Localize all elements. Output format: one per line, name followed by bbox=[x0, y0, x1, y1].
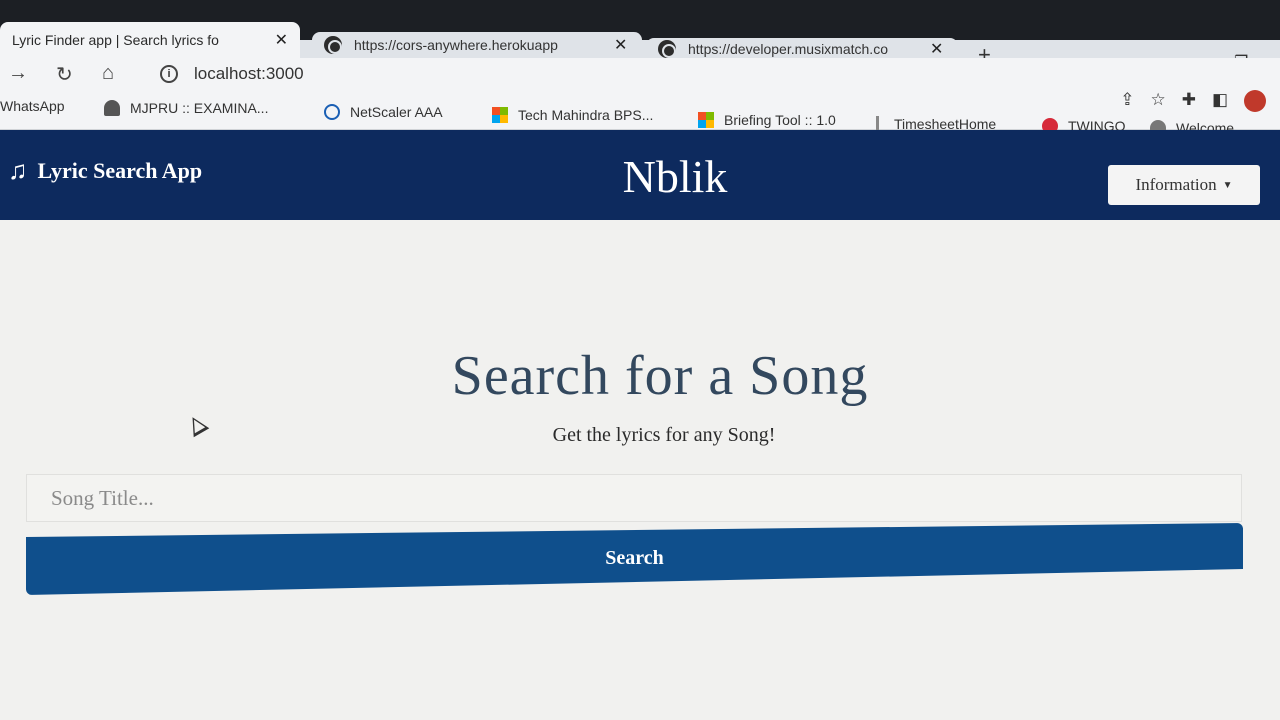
bookmark-label: Tech Mahindra BPS... bbox=[518, 107, 654, 123]
bookmark-label: WhatsApp bbox=[0, 98, 65, 114]
bookmark-label: Briefing Tool :: 1.0 bbox=[724, 112, 836, 128]
star-icon[interactable]: ☆ bbox=[1150, 90, 1165, 112]
address-text: localhost:3000 bbox=[194, 64, 304, 83]
site-info-icon[interactable]: i bbox=[160, 65, 178, 83]
netscaler-icon bbox=[324, 104, 340, 120]
reload-icon[interactable]: ↻ bbox=[56, 62, 73, 87]
side-panel-icon[interactable]: ◧ bbox=[1212, 90, 1228, 112]
caret-down-icon: ▼ bbox=[1222, 179, 1233, 191]
hero-title: Search for a Song bbox=[451, 345, 869, 407]
bookmark-netscaler[interactable]: NetScaler AAA bbox=[324, 104, 443, 120]
globe-icon bbox=[658, 40, 676, 58]
song-title-input[interactable] bbox=[26, 474, 1242, 522]
tab-lyric-finder[interactable]: Lyric Finder app | Search lyrics fo ✕ bbox=[0, 22, 300, 58]
tab-title: Lyric Finder app | Search lyrics fo bbox=[12, 32, 219, 48]
forward-arrow-icon[interactable]: → bbox=[8, 62, 28, 85]
information-label: Information bbox=[1135, 175, 1217, 194]
information-dropdown-button[interactable]: Information ▼ bbox=[1108, 165, 1260, 205]
navbar-title: Nblik bbox=[622, 151, 728, 202]
bookmark-tech-mahindra[interactable]: Tech Mahindra BPS... bbox=[492, 107, 653, 123]
address-bar[interactable]: i localhost:3000 bbox=[160, 64, 304, 84]
toolbar-right-icons: ⇪ ☆ ✚ ◧ bbox=[1120, 90, 1266, 112]
tab-title: https://cors-anywhere.herokuapp bbox=[354, 37, 558, 53]
globe-icon bbox=[324, 36, 342, 54]
tab-cors-anywhere[interactable]: https://cors-anywhere.herokuapp ✕ bbox=[312, 32, 642, 58]
extensions-icon[interactable]: ✚ bbox=[1182, 90, 1196, 112]
close-icon[interactable]: ✕ bbox=[930, 39, 943, 59]
bookmark-label: MJPRU :: EXAMINA... bbox=[130, 100, 269, 116]
share-icon[interactable]: ⇪ bbox=[1120, 90, 1134, 112]
home-icon[interactable]: ⌂ bbox=[102, 62, 114, 85]
microsoft-icon bbox=[492, 107, 508, 123]
bookmark-briefing-tool[interactable]: Briefing Tool :: 1.0 bbox=[698, 112, 836, 128]
tab-musixmatch[interactable]: https://developer.musixmatch.co ✕ bbox=[646, 38, 958, 60]
close-icon[interactable]: ✕ bbox=[275, 30, 288, 50]
bookmark-whatsapp[interactable]: WhatsApp bbox=[0, 98, 65, 114]
page-content bbox=[0, 220, 1280, 720]
person-icon bbox=[104, 100, 120, 116]
profile-avatar[interactable] bbox=[1244, 90, 1266, 112]
tab-title: https://developer.musixmatch.co bbox=[688, 41, 888, 57]
bookmark-mjpru[interactable]: MJPRU :: EXAMINA... bbox=[104, 100, 268, 116]
bookmark-label: NetScaler AAA bbox=[350, 104, 443, 120]
microsoft-icon bbox=[698, 112, 714, 128]
close-icon[interactable]: ✕ bbox=[614, 35, 627, 55]
